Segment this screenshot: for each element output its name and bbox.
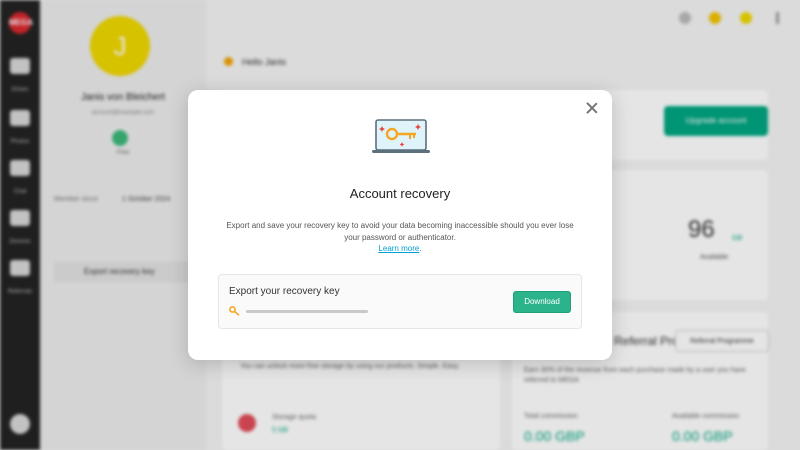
account-recovery-dialog: Account recovery Export and save your re… (188, 90, 612, 360)
download-button[interactable]: Download (513, 291, 571, 313)
export-label: Export your recovery key (229, 286, 340, 297)
dialog-title: Account recovery (349, 186, 451, 201)
key-icon (229, 306, 240, 316)
learn-more-row: Learn more. (378, 244, 422, 253)
close-icon[interactable] (584, 100, 600, 116)
masked-recovery-key (246, 310, 368, 313)
dialog-description: Export and save your recovery key to avo… (226, 221, 574, 242)
learn-more-link[interactable]: Learn more (378, 244, 419, 253)
export-recovery-key-panel: Export your recovery key Download (218, 274, 582, 329)
laptop-key-icon (372, 119, 430, 153)
